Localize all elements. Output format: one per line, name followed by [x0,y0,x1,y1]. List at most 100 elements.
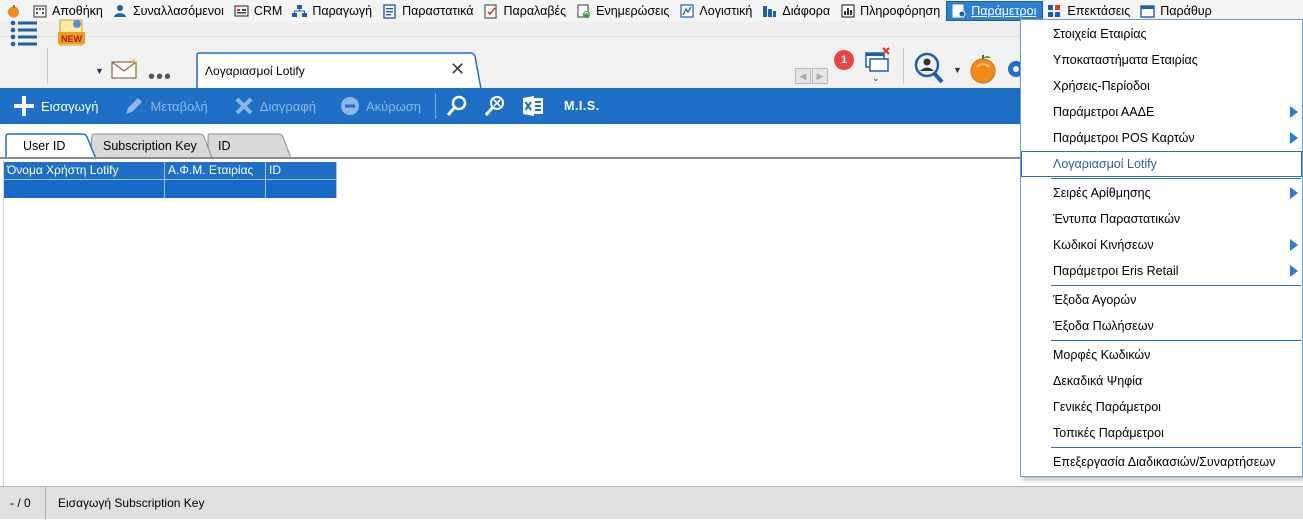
subtab-subscription-key[interactable]: Subscription Key [103,139,197,153]
menu-purchase-expenses-label: Έξοδα Αγορών [1053,293,1137,307]
dropdown-separator [1051,447,1301,448]
cancel-label: Ακύρωση [365,98,422,114]
grid-header: Όνομα Χρήστη Lotify Α.Φ.Μ. Εταιρίας ID [4,162,337,179]
menu-aade-params[interactable]: Παράμετροι ΑΑΔΕ [1021,99,1302,125]
menu-documents[interactable]: Παραστατικά [378,0,479,22]
record-count: - / 0 [0,486,46,520]
submenu-arrow-icon [1290,132,1298,144]
settings-document-icon [951,4,966,19]
mail-icon [111,57,138,79]
menu-code-formats-label: Μορφές Κωδικών [1053,348,1151,362]
crm-icon [234,4,249,19]
windows-chevron-icon[interactable]: ⌄ [872,73,880,84]
delete-button[interactable]: Διαγραφή [234,88,316,124]
menu-parameters[interactable]: Παράμετροι [946,1,1044,21]
mis-button[interactable]: M.I.S. [564,88,600,124]
menu-general-params[interactable]: Γενικές Παράμετροι [1021,394,1302,420]
menu-updates[interactable]: Ενημερώσεις [572,0,675,22]
menu-accounting[interactable]: Λογιστική [675,0,758,22]
windows-button[interactable] [864,47,892,75]
mis-label: M.I.S. [564,99,600,113]
search-user-button[interactable] [912,52,946,86]
bar-chart-icon [840,4,855,19]
close-tab-icon[interactable]: ✕ [450,60,465,78]
menu-updates-label: Ενημερώσεις [596,4,670,18]
mail-button[interactable] [111,56,139,80]
submenu-arrow-icon [1290,265,1298,277]
menu-misc[interactable]: Διάφορα [758,0,836,22]
column-header-username[interactable]: Όνομα Χρήστη Lotify [4,162,165,179]
new-badge-label: NEW [61,34,82,44]
more-dots-icon[interactable]: ••• [148,67,172,87]
menu-crm-label: CRM [253,4,283,18]
cell-id[interactable] [266,180,337,198]
menu-purchase-expenses[interactable]: Έξοδα Αγορών [1021,287,1302,313]
cell-username[interactable] [4,180,165,198]
menu-lotify-accounts-label: Λογαριασμοί Lotify [1053,157,1157,171]
menu-receipts[interactable]: Παραλαβές [479,0,572,22]
menu-document-forms[interactable]: Έντυπα Παραστατικών [1021,206,1302,232]
menu-pos-params[interactable]: Παράμετροι POS Καρτών [1021,125,1302,151]
search-button[interactable] [446,88,474,124]
menu-branches[interactable]: Υποκαταστήματα Εταιρίας [1021,47,1302,73]
insert-button[interactable]: Εισαγωγή [13,88,98,124]
parameters-dropdown: Στοιχεία Εταιρίας Υποκαταστήματα Εταιρία… [1020,19,1303,477]
grid-chart-icon [762,4,777,19]
insert-label: Εισαγωγή [41,98,99,114]
excel-export-button[interactable] [522,88,550,124]
menu-pos-params-label: Παράμετροι POS Καρτών [1053,131,1195,145]
menu-lotify-accounts[interactable]: Λογαριασμοί Lotify [1021,151,1302,177]
action-separator [435,93,437,119]
menu-numbering-series[interactable]: Σειρές Αρίθμησης [1021,180,1302,206]
menu-numbering-series-label: Σειρές Αρίθμησης [1053,186,1151,200]
pencil-icon [124,96,144,116]
menu-contacts-label: Συναλλασόμενοι [132,4,224,18]
menu-local-params[interactable]: Τοπικές Παράμετροι [1021,420,1302,446]
menu-eris-retail-params[interactable]: Παράμετροι Eris Retail [1021,258,1302,284]
subtab-user-id[interactable]: User ID [23,139,65,153]
menu-production[interactable]: Παραγωγή [288,0,378,22]
clear-search-button[interactable] [484,88,512,124]
menu-sales-expenses[interactable]: Έξοδα Πωλήσεων [1021,313,1302,339]
document-tab-label[interactable]: Λογαριασμοί Lotify [205,64,305,78]
menu-documents-label: Παραστατικά [402,4,474,18]
menu-code-formats[interactable]: Μορφές Κωδικών [1021,342,1302,368]
menu-process-functions[interactable]: Επεξεργασία Διαδικασιών/Συναρτήσεων [1021,449,1302,475]
menu-info[interactable]: Πληροφόρηση [836,0,946,22]
search-user-dropdown-arrow[interactable]: ▼ [953,65,962,75]
orange-logo-button[interactable] [967,53,999,85]
dropdown-separator [1051,178,1301,179]
menu-receipts-label: Παραλαβές [503,4,567,18]
new-button[interactable]: NEW [57,18,87,46]
column-header-vat[interactable]: Α.Φ.Μ. Εταιρίας [165,162,266,179]
grid-border [3,160,4,486]
submenu-arrow-icon [1290,106,1298,118]
subtab-id[interactable]: ID [218,139,231,153]
menu-movement-codes[interactable]: Κωδικοί Κινήσεων [1021,232,1302,258]
menu-company-info-label: Στοιχεία Εταιρίας [1053,27,1147,41]
notification-badge[interactable]: 1 [834,50,854,70]
delete-x-icon [234,96,254,116]
new-dropdown-arrow[interactable]: ▼ [95,66,104,76]
cancel-button[interactable]: Ακύρωση [340,88,421,124]
menu-company-info[interactable]: Στοιχεία Εταιρίας [1021,21,1302,47]
menu-production-label: Παραγωγή [312,4,373,18]
tab-nav-right-icon[interactable]: ▶ [812,68,828,84]
person-icon [113,4,128,19]
chart-icon [679,4,694,19]
data-grid: Όνομα Χρήστη Lotify Α.Φ.Μ. Εταιρίας ID [4,162,337,198]
document-icon [382,3,397,19]
toolbar-separator [47,48,48,84]
column-header-id[interactable]: ID [266,162,337,179]
menu-decimal-digits[interactable]: Δεκαδικά Ψηφία [1021,368,1302,394]
list-view-button[interactable] [9,17,39,47]
submenu-arrow-icon [1290,239,1298,251]
cell-vat[interactable] [165,180,266,198]
menu-warehouse-label: Αποθήκη [52,4,103,18]
menu-fiscal-periods[interactable]: Χρήσεις-Περίοδοι [1021,73,1302,99]
menu-contacts[interactable]: Συναλλασόμενοι [109,0,230,22]
edit-button[interactable]: Μεταβολή [124,88,208,124]
tab-nav-left-icon[interactable]: ◀ [795,68,811,84]
table-row[interactable] [4,179,337,198]
menu-crm[interactable]: CRM [230,0,288,22]
